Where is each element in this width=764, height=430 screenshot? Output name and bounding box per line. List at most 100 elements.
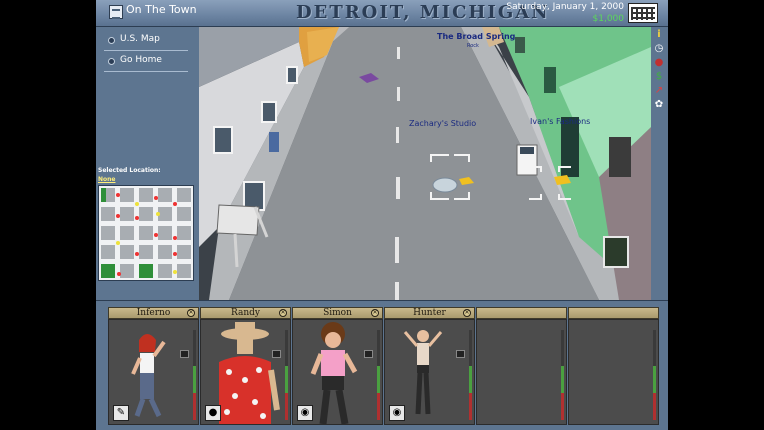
map-block: [158, 264, 172, 278]
map-pin[interactable]: [156, 212, 160, 216]
mic-icon[interactable]: ●: [205, 405, 221, 421]
map-block: [120, 188, 134, 202]
map-block: [158, 188, 172, 202]
map-block: [158, 226, 172, 240]
calendar-icon[interactable]: [628, 3, 658, 23]
clock-icon[interactable]: ◷: [653, 43, 665, 55]
dismiss-icon[interactable]: ✕: [279, 309, 287, 317]
settings-icon[interactable]: ✿: [653, 99, 665, 111]
mood-meter: [561, 330, 564, 420]
mood-meter: [193, 330, 196, 420]
dismiss-icon[interactable]: ✕: [463, 309, 471, 317]
band-member-portrait[interactable]: ◉: [384, 319, 475, 425]
map-pin[interactable]: [116, 214, 120, 218]
drum-icon[interactable]: ◉: [297, 405, 313, 421]
right-toolbar: i ◷ ● $ ↗ ✿: [651, 27, 668, 300]
map-block: [177, 226, 191, 240]
map-block: [120, 207, 134, 221]
bullet-icon: [108, 37, 115, 44]
band-member-portrait: [476, 319, 567, 425]
map-pin[interactable]: [117, 272, 121, 276]
dismiss-icon[interactable]: ✕: [371, 309, 379, 317]
band-slot-empty-5[interactable]: [476, 307, 567, 425]
menu-icon[interactable]: [109, 5, 123, 19]
map-block: [158, 245, 172, 259]
side-panel: U.S. Map Go Home Selected Location: None: [96, 27, 199, 300]
band-member-tab[interactable]: Simon ✕: [292, 307, 383, 319]
map-pin[interactable]: [173, 252, 177, 256]
chart-icon[interactable]: ↗: [653, 85, 665, 97]
volume-fader[interactable]: [456, 350, 465, 358]
map-pin[interactable]: [154, 196, 158, 200]
volume-fader[interactable]: [272, 350, 281, 358]
map-pin[interactable]: [173, 202, 177, 206]
band-member-portrait[interactable]: ✎: [108, 319, 199, 425]
map-block: [177, 264, 191, 278]
us-map-button[interactable]: U.S. Map: [104, 31, 188, 51]
record-icon[interactable]: ●: [653, 57, 665, 69]
info-icon[interactable]: i: [653, 29, 665, 41]
band-panel: Inferno ✕ ✎ Randy ✕ ● Simon ✕ ◉ Hunter ✕…: [96, 300, 668, 430]
money-icon[interactable]: $: [653, 71, 665, 83]
top-bar: On The Town DETROIT, MICHIGAN Saturday, …: [96, 0, 668, 27]
band-member-portrait[interactable]: ◉: [292, 319, 383, 425]
volume-fader[interactable]: [364, 350, 373, 358]
map-block: [139, 226, 153, 240]
map-pin[interactable]: [135, 202, 139, 206]
mood-meter: [469, 330, 472, 420]
us-map-label: U.S. Map: [120, 34, 160, 44]
band-member-tab[interactable]: Randy ✕: [200, 307, 291, 319]
band-member-tab[interactable]: Hunter ✕: [384, 307, 475, 319]
street-scene: [199, 27, 651, 300]
band-slot-inferno[interactable]: Inferno ✕ ✎: [108, 307, 199, 425]
selected-location-value[interactable]: None: [98, 176, 115, 183]
band-slot-randy[interactable]: Randy ✕ ●: [200, 307, 291, 425]
band-member-name: Inferno: [136, 308, 171, 318]
guitar-icon[interactable]: ✎: [113, 405, 129, 421]
map-block: [177, 188, 191, 202]
map-block: [101, 226, 115, 240]
game-date: Saturday, January 1, 2000: [506, 2, 624, 12]
map-block: [101, 207, 115, 221]
map-block: [101, 245, 115, 259]
mood-meter: [377, 330, 380, 420]
map-park: [101, 264, 115, 278]
band-slot-simon[interactable]: Simon ✕ ◉: [292, 307, 383, 425]
band-member-name: Randy: [231, 308, 260, 318]
map-block: [177, 207, 191, 221]
band-member-portrait[interactable]: ●: [200, 319, 291, 425]
dismiss-icon[interactable]: ✕: [187, 309, 195, 317]
street-3d-view[interactable]: The Broad Spring Rock Zachary's Studio I…: [199, 27, 651, 300]
map-pin[interactable]: [135, 252, 139, 256]
band-slot-hunter[interactable]: Hunter ✕ ◉: [384, 307, 475, 425]
map-block: [139, 245, 153, 259]
map-pin[interactable]: [154, 233, 158, 237]
location-label-ivans-fashions[interactable]: Ivan's Fashions: [530, 117, 590, 126]
band-member-tab[interactable]: Inferno ✕: [108, 307, 199, 319]
band-member-tab: [476, 307, 567, 319]
bullet-icon: [108, 58, 115, 65]
city-minimap[interactable]: [98, 185, 194, 281]
screen-title: On The Town: [126, 3, 197, 16]
go-home-button[interactable]: Go Home: [104, 52, 188, 72]
location-label-zacharys-studio[interactable]: Zachary's Studio: [409, 119, 476, 128]
map-park: [101, 188, 106, 202]
map-block: [139, 188, 153, 202]
map-pin[interactable]: [116, 193, 120, 197]
map-park: [139, 264, 153, 278]
map-block: [177, 245, 191, 259]
band-slot-empty-6[interactable]: [568, 307, 659, 425]
map-pin[interactable]: [173, 270, 177, 274]
selected-location-label: Selected Location:: [98, 167, 161, 174]
map-pin[interactable]: [116, 241, 120, 245]
map-pin[interactable]: [173, 236, 177, 240]
game-frame: On The Town DETROIT, MICHIGAN Saturday, …: [96, 0, 668, 430]
money-balance: $1,000: [592, 14, 625, 24]
location-label-broad-spring[interactable]: The Broad Spring: [437, 32, 515, 41]
volume-fader[interactable]: [180, 350, 189, 358]
go-home-label: Go Home: [120, 55, 162, 65]
drum-icon[interactable]: ◉: [389, 405, 405, 421]
map-pin[interactable]: [135, 216, 139, 220]
map-block: [158, 207, 172, 221]
band-member-portrait: [568, 319, 659, 425]
